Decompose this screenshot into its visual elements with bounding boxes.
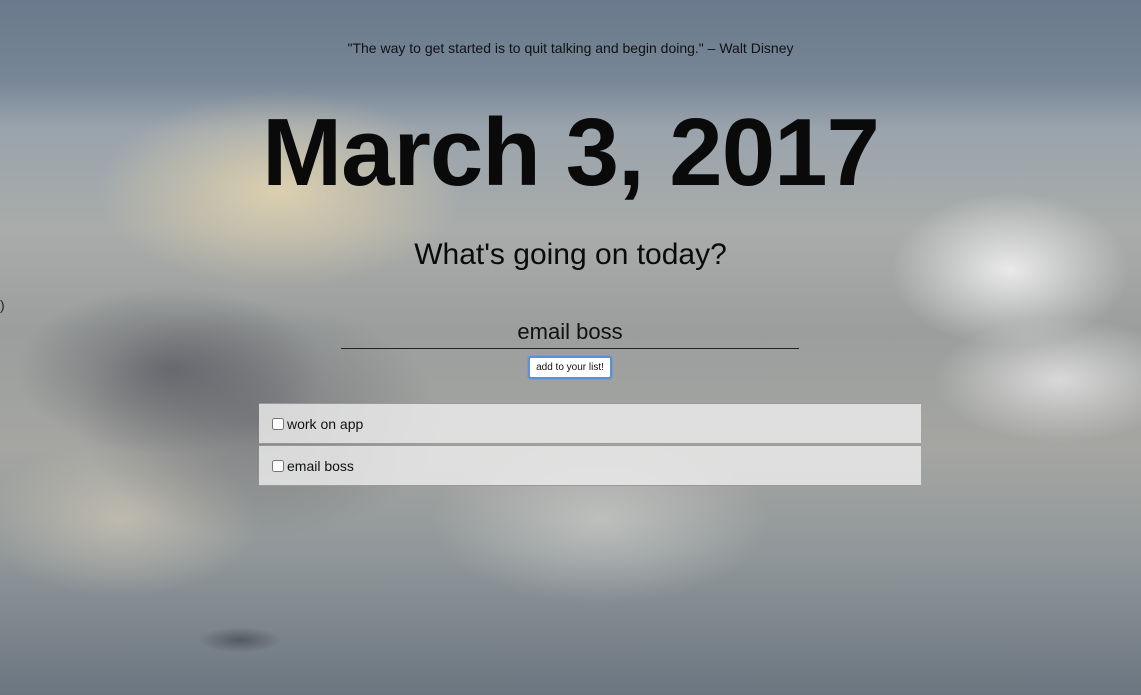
todo-item: work on app [259,403,921,444]
add-to-list-button[interactable]: add to your list! [528,356,612,379]
daily-quote: "The way to get started is to quit talki… [347,40,794,56]
todo-checkbox[interactable] [272,459,284,472]
edge-glyph: ) [0,297,5,313]
current-date-heading: March 3, 2017 [262,99,880,206]
todo-item: email boss [259,445,921,486]
todo-item-label: email boss [287,457,354,474]
today-prompt-heading: What's going on today? [414,238,727,271]
todo-item-label: work on app [287,415,364,432]
todo-list: work on app email boss [259,403,921,487]
todo-checkbox[interactable] [272,417,284,430]
new-todo-input[interactable] [341,316,799,349]
main-content: ) "The way to get started is to quit tal… [0,0,1141,695]
